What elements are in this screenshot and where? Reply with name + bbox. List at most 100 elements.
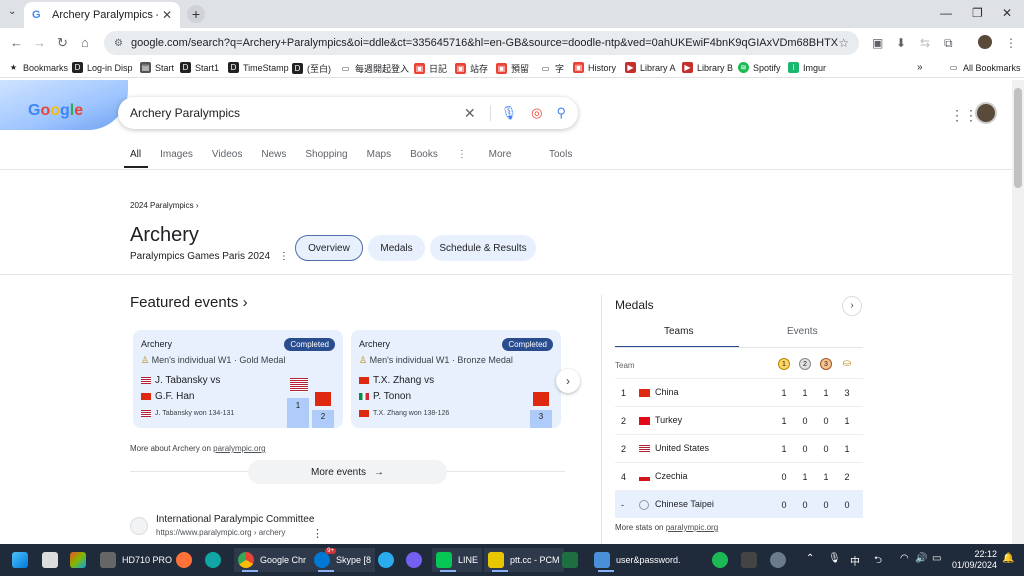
- featured-events-heading[interactable]: Featured events ›: [130, 294, 248, 311]
- tab-shopping[interactable]: Shopping: [305, 149, 347, 160]
- taskbar-app[interactable]: HD710 PRO: [100, 548, 172, 572]
- close-tab-icon[interactable]: ✕: [162, 8, 172, 22]
- bookmark-item[interactable]: ▤ Start: [140, 62, 174, 73]
- paralympic-stats-link[interactable]: paralympic.org: [666, 523, 718, 532]
- microphone-icon[interactable]: 🎙: [489, 105, 517, 121]
- spotify-button[interactable]: [712, 548, 734, 572]
- next-card-button[interactable]: ›: [556, 369, 580, 393]
- page-scrollbar[interactable]: [1012, 80, 1024, 544]
- download-icon[interactable]: ⬇: [896, 36, 906, 50]
- volume-icon[interactable]: 🔊: [915, 553, 927, 564]
- edge-button[interactable]: [205, 548, 227, 572]
- tab-search-icon[interactable]: ⌄: [8, 6, 16, 17]
- tab-events[interactable]: Events: [787, 326, 818, 337]
- breadcrumb[interactable]: 2024 Paralympics ›: [130, 201, 198, 210]
- clear-icon[interactable]: ✕: [464, 105, 476, 122]
- url-text[interactable]: google.com/search?q=Archery+Paralympics&…: [131, 37, 838, 49]
- ime-mode-icon[interactable]: ⮌: [874, 553, 882, 570]
- start-button[interactable]: [12, 548, 34, 572]
- medal-row[interactable]: 2 Turkey 1 0 0 1: [615, 406, 863, 434]
- medal-row[interactable]: 2 United States 1 0 0 1: [615, 434, 863, 462]
- telegram-button[interactable]: [378, 548, 400, 572]
- search-input[interactable]: Archery Paralympics: [130, 106, 450, 120]
- lens-icon[interactable]: ◎: [531, 105, 542, 121]
- restore-icon[interactable]: ❐: [972, 6, 983, 20]
- excel-button[interactable]: [562, 548, 584, 572]
- copilot-button[interactable]: [70, 548, 92, 572]
- more-events-button[interactable]: More events →: [248, 460, 447, 484]
- medals-arrow-button[interactable]: ›: [842, 296, 862, 316]
- minimize-icon[interactable]: —: [940, 6, 952, 20]
- tab-all[interactable]: All: [130, 149, 141, 160]
- search-icon[interactable]: ⚲: [556, 105, 566, 121]
- microphone-icon[interactable]: 🎙: [828, 553, 841, 564]
- tab-images[interactable]: Images: [160, 149, 193, 160]
- taskbar-app[interactable]: Google Chr: [234, 548, 311, 572]
- google-doodle[interactable]: Google: [0, 80, 128, 130]
- extension-icon[interactable]: ▣: [872, 36, 883, 50]
- extension2-icon[interactable]: ⇆: [920, 36, 930, 50]
- more-bookmarks-icon[interactable]: »: [917, 62, 923, 73]
- menu-icon[interactable]: ⋮: [1005, 36, 1017, 50]
- home-icon[interactable]: ⌂: [81, 35, 89, 50]
- tab-news[interactable]: News: [261, 149, 286, 160]
- tab-books[interactable]: Books: [410, 149, 438, 160]
- medal-row[interactable]: 4 Czechia 0 1 1 2: [615, 462, 863, 490]
- taskbar-app[interactable]: user&password.: [590, 548, 685, 572]
- bookmark-folder[interactable]: ▭ 字: [540, 62, 564, 75]
- bookmark-star-icon[interactable]: ☆: [838, 36, 849, 50]
- viber-button[interactable]: [406, 548, 428, 572]
- bookmark-item[interactable]: ▶ Library A: [625, 62, 676, 73]
- ime-indicator[interactable]: 中: [850, 553, 860, 568]
- taskbar-app[interactable]: ptt.cc - PCM: [484, 548, 564, 572]
- tab-maps[interactable]: Maps: [367, 149, 391, 160]
- address-bar[interactable]: ⚙ google.com/search?q=Archery+Paralympic…: [104, 31, 859, 55]
- chevron-up-icon[interactable]: ⌃: [806, 553, 814, 564]
- browser-tab[interactable]: G Archery Paralympics - Google S ✕: [24, 2, 180, 28]
- profile-avatar-icon[interactable]: [978, 35, 992, 49]
- bookmark-item[interactable]: ▣ 預留: [496, 62, 529, 75]
- tab-videos[interactable]: Videos: [212, 149, 242, 160]
- event-card[interactable]: Archery Completed ♙ Men's individual W1 …: [133, 330, 343, 428]
- extensions-puzzle-icon[interactable]: ⧉: [944, 36, 953, 51]
- reload-icon[interactable]: ↻: [57, 35, 68, 51]
- bookmark-folder[interactable]: ▭ 每週開起登入: [340, 62, 409, 75]
- chip-medals[interactable]: Medals: [368, 235, 425, 261]
- scrollbar-thumb[interactable]: [1014, 88, 1022, 188]
- search-box[interactable]: Archery Paralympics ✕ 🎙 ◎ ⚲: [118, 97, 578, 129]
- forward-icon[interactable]: →: [33, 35, 46, 50]
- settings-button[interactable]: [770, 548, 792, 572]
- paralympic-link[interactable]: paralympic.org: [213, 444, 265, 453]
- battery-icon[interactable]: ▭: [932, 553, 941, 564]
- all-bookmarks-folder[interactable]: ▭ All Bookmarks: [948, 62, 1021, 73]
- site-info-icon[interactable]: ⚙: [114, 38, 123, 49]
- bookmark-item[interactable]: ≋ Spotify: [738, 62, 781, 73]
- video-editor-button[interactable]: [741, 548, 763, 572]
- bookmark-item[interactable]: D Start1: [180, 62, 219, 73]
- bookmark-item[interactable]: ▣ History: [573, 62, 616, 73]
- result-url[interactable]: https://www.paralympic.org › archery: [156, 528, 285, 537]
- more-options-icon[interactable]: ⋮: [279, 251, 289, 262]
- tools-button[interactable]: Tools: [549, 149, 572, 160]
- medal-row[interactable]: - Chinese Taipei 0 0 0 0: [615, 490, 863, 518]
- bookmark-item[interactable]: D (至白): [292, 62, 331, 75]
- new-tab-button[interactable]: +: [187, 5, 205, 23]
- notification-bell-icon[interactable]: 🔔: [1002, 553, 1014, 564]
- bookmark-item[interactable]: ▶ Library B: [682, 62, 733, 73]
- bookmark-item[interactable]: ★ Bookmarks: [8, 62, 68, 73]
- taskbar-app[interactable]: LINE: [432, 548, 483, 572]
- account-avatar[interactable]: [975, 102, 997, 124]
- bookmark-item[interactable]: D TimeStamp: [228, 62, 289, 73]
- event-card[interactable]: Archery Completed ♙ Men's individual W1 …: [351, 330, 561, 428]
- result-title[interactable]: International Paralympic Committee: [156, 514, 314, 525]
- bookmark-item[interactable]: i Imgur: [788, 62, 826, 73]
- chip-schedule[interactable]: Schedule & Results: [430, 235, 536, 261]
- tab-more[interactable]: ⋮ More: [457, 149, 531, 160]
- close-window-icon[interactable]: ✕: [1002, 6, 1012, 20]
- result-menu-icon[interactable]: ⋮: [312, 527, 323, 540]
- bookmark-item[interactable]: ▣ 日記: [414, 62, 447, 75]
- chip-overview[interactable]: Overview: [295, 235, 363, 261]
- bookmark-item[interactable]: D Log-in Disp: [72, 62, 133, 73]
- back-icon[interactable]: ←: [10, 35, 23, 50]
- taskbar-app[interactable]: 9+ Skype [8: [310, 548, 376, 572]
